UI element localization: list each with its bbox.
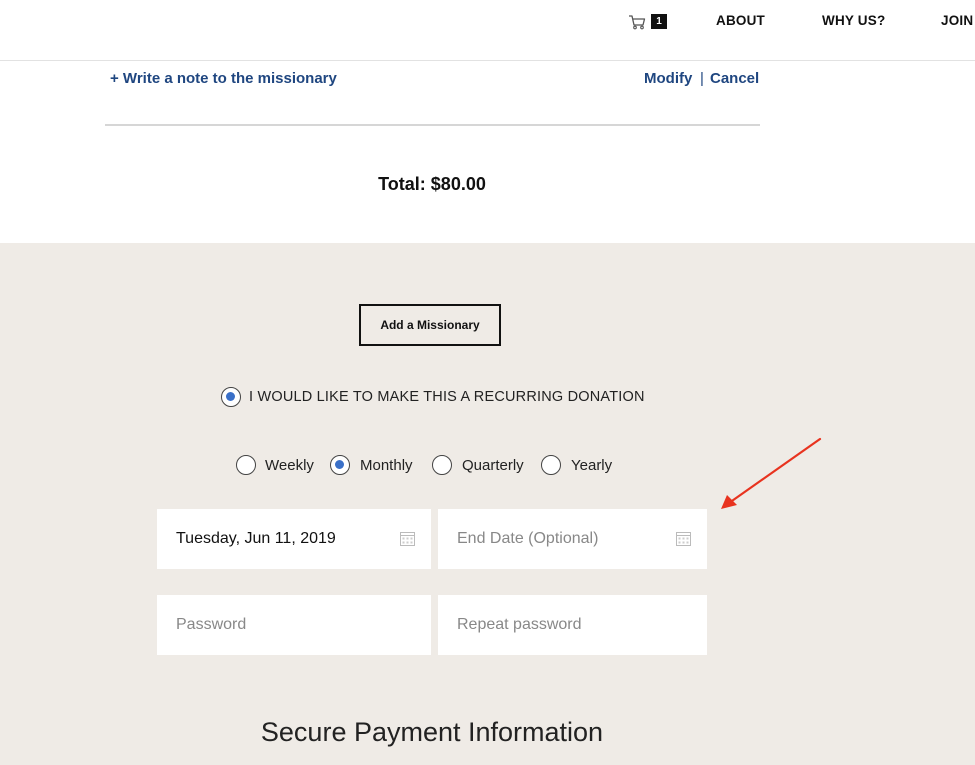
frequency-weekly-radio[interactable] (236, 455, 256, 475)
calendar-icon[interactable] (676, 531, 691, 546)
nav-join[interactable]: JOIN (941, 13, 973, 28)
annotation-arrow (721, 437, 822, 509)
frequency-monthly-label: Monthly (360, 457, 413, 474)
password-field (157, 595, 431, 655)
recurring-donation-label: I WOULD LIKE TO MAKE THIS A RECURRING DO… (249, 389, 645, 405)
repeat-password-input[interactable] (457, 595, 657, 655)
recurring-donation-radio[interactable] (221, 387, 241, 407)
link-separator: | (700, 70, 704, 87)
frequency-weekly-label: Weekly (265, 457, 314, 474)
password-input[interactable] (176, 595, 376, 655)
frequency-quarterly-label: Quarterly (462, 457, 524, 474)
end-date-field (438, 509, 707, 569)
end-date-input[interactable] (457, 509, 657, 569)
secure-payment-heading: Secure Payment Information (260, 717, 604, 747)
start-date-field (157, 509, 431, 569)
site-header: 1 ABOUT WHY US? JOIN (0, 0, 975, 61)
modify-link[interactable]: Modify (644, 70, 692, 87)
cart-icon (629, 15, 646, 30)
write-note-link[interactable]: + Write a note to the missionary (110, 70, 337, 87)
cart-button[interactable]: 1 (628, 12, 668, 32)
order-total: Total: $80.00 (378, 174, 486, 194)
divider (105, 124, 760, 126)
nav-about[interactable]: ABOUT (716, 13, 765, 28)
frequency-quarterly-radio[interactable] (432, 455, 452, 475)
frequency-monthly-radio[interactable] (330, 455, 350, 475)
repeat-password-field (438, 595, 707, 655)
frequency-yearly-radio[interactable] (541, 455, 561, 475)
cancel-link[interactable]: Cancel (710, 70, 759, 87)
frequency-yearly-label: Yearly (571, 457, 613, 474)
add-missionary-button[interactable]: Add a Missionary (359, 304, 501, 346)
start-date-input[interactable] (176, 509, 376, 569)
calendar-icon[interactable] (400, 531, 415, 546)
nav-why-us[interactable]: WHY US? (822, 13, 885, 28)
cart-count-badge: 1 (651, 14, 667, 29)
